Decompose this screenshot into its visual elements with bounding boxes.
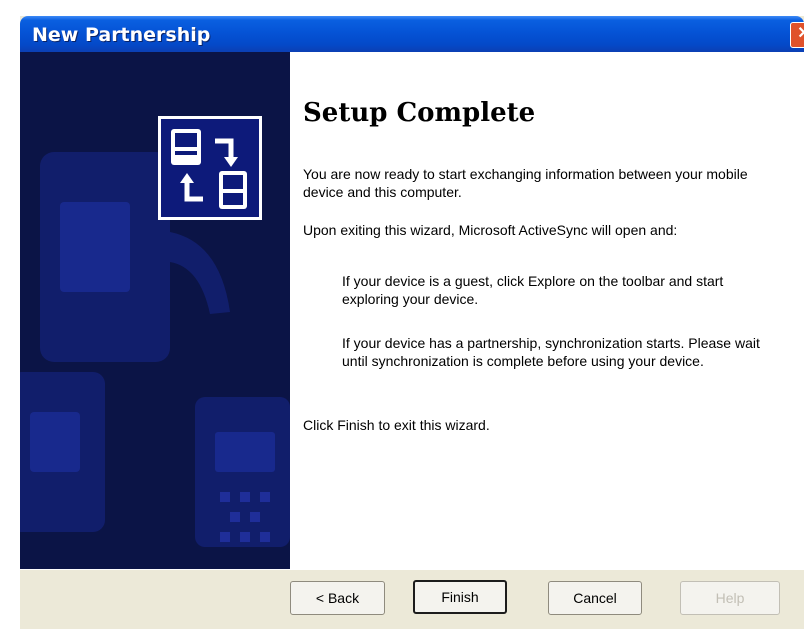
page-title: Setup Complete [303, 98, 536, 128]
device-sync-icon [158, 116, 262, 220]
ready-text: You are now ready to start exchanging in… [303, 166, 748, 200]
finish-button[interactable]: Finish [413, 580, 507, 614]
cancel-button[interactable]: Cancel [548, 581, 642, 615]
partnership-text: If your device has a partnership, synchr… [342, 335, 760, 369]
title-bar[interactable]: New Partnership ✕ [20, 16, 804, 52]
window-title: New Partnership [32, 24, 211, 46]
close-button[interactable]: ✕ [790, 22, 804, 48]
guest-text: If your device is a guest, click Explore… [342, 273, 724, 307]
help-button[interactable]: Help [680, 581, 780, 615]
close-icon: ✕ [797, 25, 804, 42]
exiting-text: Upon exiting this wizard, Microsoft Acti… [303, 222, 678, 238]
wizard-window: New Partnership ✕ Setup Complete You are… [20, 16, 804, 629]
wizard-content [290, 52, 804, 569]
back-button[interactable]: < Back [290, 581, 385, 615]
wizard-banner [20, 52, 290, 569]
finish-text: Click Finish to exit this wizard. [303, 417, 490, 433]
